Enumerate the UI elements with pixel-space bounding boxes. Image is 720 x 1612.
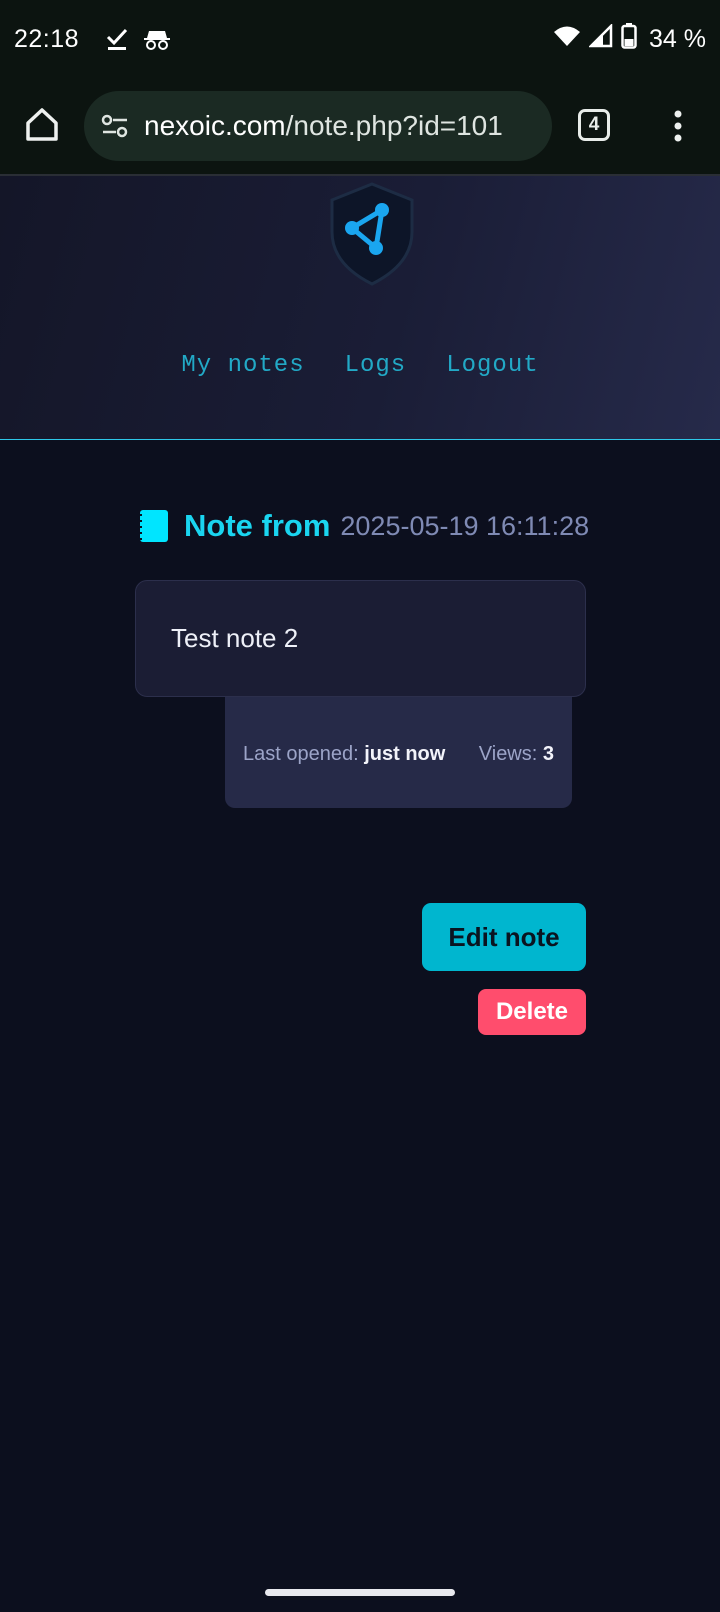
tab-count: 4 [588,114,600,135]
note-content: Test note 2 [171,623,299,653]
edit-note-button[interactable]: Edit note [422,903,586,971]
shield-logo-icon[interactable] [324,180,420,288]
last-opened-label: Last opened: [243,743,359,765]
status-time: 22:18 [14,24,80,53]
delete-button[interactable]: Delete [478,989,586,1035]
wifi-icon [553,25,581,54]
checkmark-icon [105,27,129,51]
note-heading: Note from 2025-05-19 16:11:28 [138,508,589,544]
site-settings-icon[interactable] [100,111,130,141]
nav-logout[interactable]: Logout [446,352,538,379]
main-nav: My notes Logs Logout [0,352,720,379]
gesture-navigation-bar[interactable] [265,1589,455,1596]
note-date: 2025-05-19 16:11:28 [340,510,590,541]
browser-toolbar: nexoic.com/note.php?id=101 4 [0,78,720,176]
url-host: nexoic.com [144,110,286,141]
more-options-icon[interactable] [666,106,690,146]
address-bar[interactable]: nexoic.com/note.php?id=101 [84,91,552,161]
note-meta-card: Last opened: just now Views: 3 [225,697,572,808]
battery-icon [621,22,637,56]
home-icon[interactable] [24,106,60,142]
url-text: nexoic.com/note.php?id=101 [144,110,503,142]
notebook-icon [138,509,170,543]
note-heading-label: Note from [184,508,331,543]
views: Views: 3 [479,743,554,766]
last-opened-value: just now [364,743,446,765]
views-label: Views: [478,743,538,765]
incognito-icon [143,27,171,51]
status-bar: 22:18 34 % [0,0,720,78]
url-path: /note.php?id=101 [285,110,503,141]
battery-percent: 34 % [649,24,706,53]
site-header: My notes Logs Logout [0,176,720,440]
nav-logs[interactable]: Logs [345,352,407,379]
signal-icon [587,22,613,55]
note-content-card: Test note 2 [135,580,586,697]
nav-my-notes[interactable]: My notes [181,352,304,379]
last-opened: Last opened: just now [243,743,445,766]
tab-switcher-button[interactable]: 4 [578,109,610,141]
views-value: 3 [542,743,554,765]
